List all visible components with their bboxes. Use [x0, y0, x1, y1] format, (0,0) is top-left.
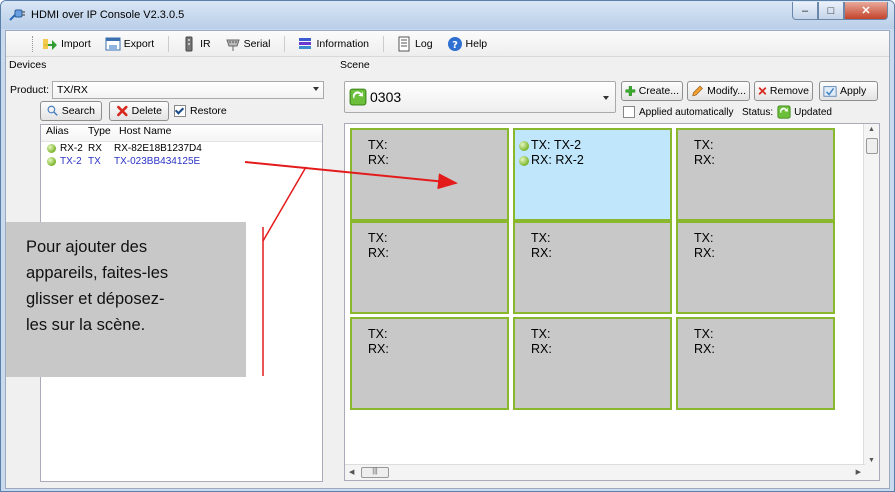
drag-direction-arrow [244, 161, 458, 190]
annotation-overlay [244, 161, 458, 376]
callout-pointer-diagonal [262, 166, 307, 242]
app-window: HDMI over IP Console V2.3.0.5 – □ ✕ Impo… [0, 0, 895, 492]
